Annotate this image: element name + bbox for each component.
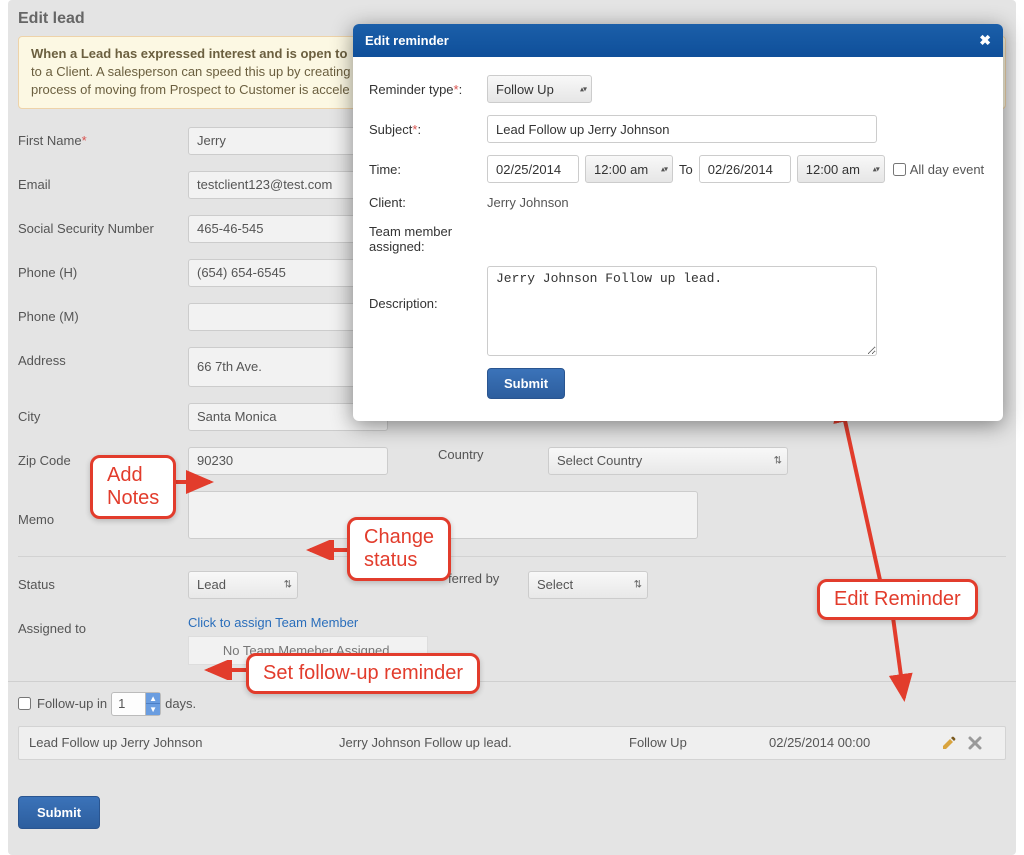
assign-team-link[interactable]: Click to assign Team Member (188, 615, 358, 630)
info-line-2: process of moving from Prospect to Custo… (31, 82, 350, 97)
modal-close-icon[interactable]: ✖ (979, 32, 991, 49)
stepper-up-icon[interactable]: ▲ (146, 693, 160, 704)
client-label: Client: (369, 195, 487, 210)
subject-label: Subject (369, 122, 412, 137)
to-label: To (679, 162, 693, 177)
end-date-input[interactable] (699, 155, 791, 183)
info-line-1: to a Client. A salesperson can speed thi… (31, 64, 350, 79)
followup-label-pre: Follow-up in (37, 696, 107, 711)
callout-add-notes: AddNotes (90, 455, 176, 519)
phone-m-label: Phone (M) (18, 303, 188, 324)
reminder-list-row: Lead Follow up Jerry Johnson Jerry Johns… (18, 726, 1006, 760)
pencil-icon[interactable] (941, 735, 957, 751)
followup-days-value: 1 (112, 696, 145, 711)
reminder-type: Follow Up (629, 735, 769, 750)
followup-label-post: days. (165, 696, 196, 711)
address-label: Address (18, 347, 188, 368)
callout-edit-reminder: Edit Reminder (817, 579, 978, 620)
reminder-subject: Lead Follow up Jerry Johnson (29, 735, 339, 750)
end-time-select[interactable]: 12:00 am (797, 155, 885, 183)
followup-days-stepper[interactable]: 1 ▲▼ (111, 692, 161, 716)
status-label: Status (18, 571, 188, 592)
stepper-down-icon[interactable]: ▼ (146, 704, 160, 715)
referred-by-label: ferred by (448, 571, 528, 586)
edit-reminder-modal: Edit reminder ✖ Reminder type*: Follow U… (353, 24, 1003, 421)
modal-submit-button[interactable]: Submit (487, 368, 565, 399)
team-assigned-label-2: assigned: (369, 239, 425, 254)
time-label: Time: (369, 162, 487, 177)
required-asterisk: * (82, 133, 87, 148)
description-label: Description: (369, 266, 487, 311)
modal-title: Edit reminder (365, 33, 449, 48)
country-label: Country (438, 447, 548, 462)
email-label: Email (18, 171, 188, 192)
reminder-type-label: Reminder type (369, 82, 454, 97)
city-label: City (18, 403, 188, 424)
description-textarea[interactable]: Jerry Johnson Follow up lead. (487, 266, 877, 356)
reminder-datetime: 02/25/2014 00:00 (769, 735, 929, 750)
assigned-to-label: Assigned to (18, 615, 188, 636)
delete-x-icon[interactable] (967, 735, 983, 751)
info-bold: When a Lead has expressed interest and i… (31, 46, 347, 61)
reminder-desc: Jerry Johnson Follow up lead. (339, 735, 629, 750)
submit-button[interactable]: Submit (18, 796, 100, 829)
start-date-input[interactable] (487, 155, 579, 183)
all-day-label: All day event (910, 162, 984, 177)
status-select[interactable]: Lead (188, 571, 298, 599)
callout-change-status: Changestatus (347, 517, 451, 581)
ssn-label: Social Security Number (18, 215, 188, 236)
country-select[interactable]: Select Country (548, 447, 788, 475)
start-time-select[interactable]: 12:00 am (585, 155, 673, 183)
followup-checkbox[interactable] (18, 697, 31, 710)
subject-input[interactable] (487, 115, 877, 143)
all-day-checkbox[interactable] (893, 163, 906, 176)
team-assigned-label-1: Team member (369, 224, 452, 239)
first-name-label: First Name (18, 133, 82, 148)
client-value: Jerry Johnson (487, 195, 569, 210)
callout-set-followup: Set follow-up reminder (246, 653, 480, 694)
zip-input[interactable] (188, 447, 388, 475)
phone-h-label: Phone (H) (18, 259, 188, 280)
referred-by-select[interactable]: Select (528, 571, 648, 599)
reminder-type-select[interactable]: Follow Up (487, 75, 592, 103)
